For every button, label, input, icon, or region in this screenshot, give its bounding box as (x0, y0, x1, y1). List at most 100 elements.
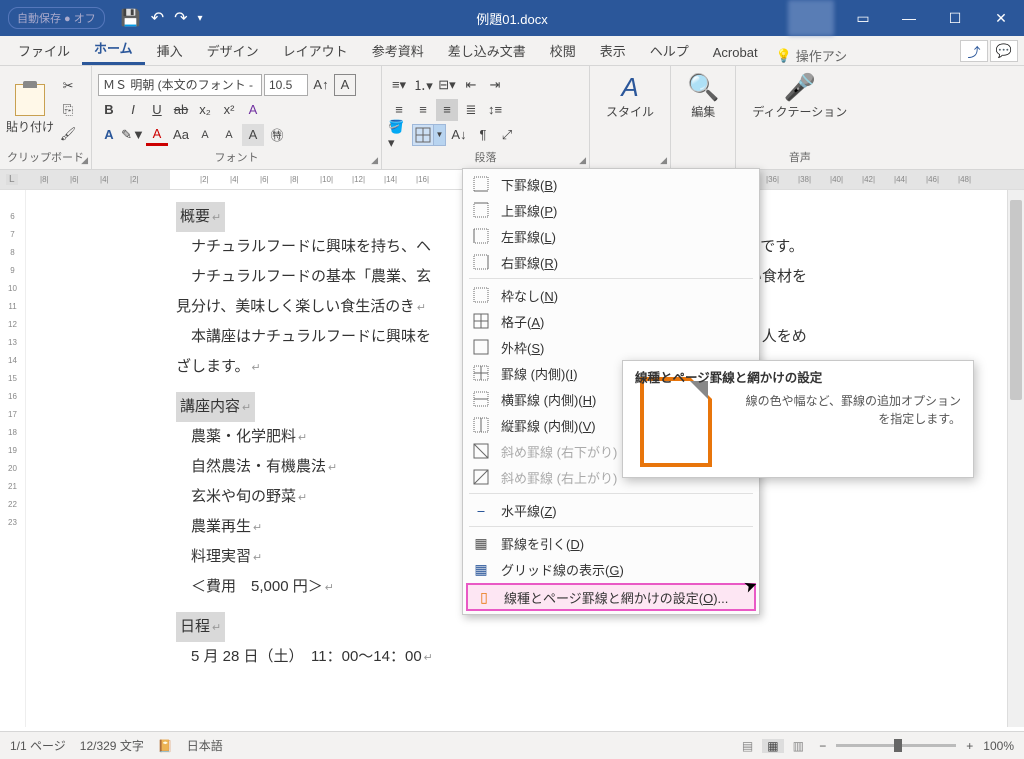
line-spacing-icon[interactable]: ↕≡ (484, 99, 506, 121)
menu-right-border[interactable]: 右罫線(R) (463, 249, 759, 275)
menu-top-border[interactable]: 上罫線(P) (463, 197, 759, 223)
menu-all-borders[interactable]: 格子(A) (463, 308, 759, 334)
tab-layout[interactable]: レイアウト (271, 35, 360, 65)
web-layout-icon[interactable]: ▥ (787, 739, 809, 753)
character-border-icon[interactable]: A (334, 74, 356, 96)
all-borders-icon (471, 312, 491, 330)
multilevel-icon[interactable]: ⊟▾ (436, 74, 458, 96)
align-justify-icon[interactable]: ≡ (436, 99, 458, 121)
text-effects-icon[interactable]: A (242, 99, 264, 121)
strike-button[interactable]: ab (170, 99, 192, 121)
align-left-icon[interactable]: ≡ (388, 99, 410, 121)
align-center-icon[interactable]: ≡ (412, 99, 434, 121)
underline-button[interactable]: U (146, 99, 168, 121)
zoom-in-icon[interactable]: + (966, 739, 973, 753)
styles-button[interactable]: A スタイル (596, 70, 664, 121)
paste-button[interactable]: 貼り付け (6, 84, 54, 135)
shading-icon[interactable]: 🪣▾ (388, 124, 410, 146)
menu-borders-shading-settings[interactable]: ▯線種とページ罫線と網かけの設定(O)... (466, 583, 756, 611)
font-color-icon[interactable]: A (146, 124, 168, 146)
comments-button[interactable]: 💬 (990, 40, 1018, 62)
font-launcher-icon[interactable]: ◢ (371, 155, 378, 166)
tab-insert[interactable]: 挿入 (145, 35, 195, 65)
highlight-icon[interactable]: ✎▼ (122, 124, 144, 146)
tab-acrobat[interactable]: Acrobat (701, 39, 770, 65)
scrollbar-thumb[interactable] (1010, 200, 1022, 400)
decrease-indent-icon[interactable]: ⇤ (460, 74, 482, 96)
share-button[interactable]: ⤴ (960, 40, 988, 62)
ribbon-options-icon[interactable]: ▭ (840, 0, 886, 36)
menu-no-border[interactable]: 枠なし(N) (463, 282, 759, 308)
tab-view[interactable]: 表示 (588, 35, 638, 65)
cut-icon[interactable]: ✂ (57, 75, 79, 97)
bullets-icon[interactable]: ≡▾ (388, 74, 410, 96)
menu-outside-borders[interactable]: 外枠(S) (463, 334, 759, 360)
save-icon[interactable]: 💾 (121, 8, 141, 28)
menu-horizontal-line[interactable]: ⎯水平線(Z) (463, 497, 759, 523)
change-case-icon[interactable]: Aa (170, 124, 192, 146)
paragraph-launcher-icon[interactable]: ◢ (579, 155, 586, 166)
read-mode-icon[interactable]: ▤ (737, 739, 759, 753)
zoom-level[interactable]: 100% (983, 739, 1014, 753)
tab-mailings[interactable]: 差し込み文書 (436, 35, 538, 65)
subscript-button[interactable]: x₂ (194, 99, 216, 121)
qat-customize-icon[interactable]: ▾ (198, 13, 203, 24)
menu-bottom-border[interactable]: 下罫線(B) (463, 171, 759, 197)
tab-review[interactable]: 校閲 (538, 35, 588, 65)
menu-view-gridlines[interactable]: ▦グリッド線の表示(G) (463, 556, 759, 582)
status-page[interactable]: 1/1 ページ (10, 737, 66, 754)
tab-design[interactable]: デザイン (195, 35, 271, 65)
dictate-button[interactable]: 🎤 ディクテーション (742, 70, 857, 121)
ruler-vertical[interactable]: 67891011121314151617181920212223 (0, 190, 26, 727)
tab-selector[interactable]: L (6, 174, 18, 185)
bold-button[interactable]: B (98, 99, 120, 121)
scrollbar-vertical[interactable] (1007, 190, 1024, 727)
tab-help[interactable]: ヘルプ (638, 35, 701, 65)
ribbon: 貼り付け ✂ ⎘ 🖌 クリップボード ◢ ＭＳ 明朝 (本文のフォント - 10… (0, 66, 1024, 170)
close-button[interactable]: ✕ (978, 0, 1024, 36)
group-voice: 🎤 ディクテーション 音声 (736, 66, 863, 169)
copy-icon[interactable]: ⎘ (57, 99, 79, 121)
tab-references[interactable]: 参考資料 (360, 35, 436, 65)
borders-dropdown-arrow[interactable]: ▼ (433, 125, 445, 145)
spellcheck-icon[interactable]: 📔 (158, 739, 173, 753)
sort-icon[interactable]: A↓ (448, 124, 470, 146)
font-size-combo[interactable]: 10.5 (264, 74, 308, 96)
clipboard-launcher-icon[interactable]: ◢ (81, 155, 88, 166)
phonetic-icon[interactable]: A (218, 124, 240, 146)
char-shading-icon[interactable]: A (242, 124, 264, 146)
zoom-slider[interactable] (836, 744, 956, 747)
tab-file[interactable]: ファイル (6, 35, 82, 65)
tell-me[interactable]: 💡操作アシ (776, 46, 848, 65)
print-layout-icon[interactable]: ▦ (762, 739, 784, 753)
format-painter-icon[interactable]: 🖌 (57, 123, 79, 145)
text-fill-icon[interactable]: A (98, 124, 120, 146)
status-word-count[interactable]: 12/329 文字 (80, 737, 144, 754)
enclose-icon[interactable]: ㊕ (266, 124, 288, 146)
menu-left-border[interactable]: 左罫線(L) (463, 223, 759, 249)
undo-icon[interactable]: ↶ (151, 8, 164, 28)
numbering-icon[interactable]: ⒈▾ (412, 74, 434, 96)
show-marks-icon[interactable]: ¶ (472, 124, 494, 146)
zoom-out-icon[interactable]: − (819, 739, 826, 753)
status-language[interactable]: 日本語 (187, 737, 223, 754)
body-text: ナチュラルフードに興味を持ち、ヘ (191, 238, 431, 255)
maximize-button[interactable]: ☐ (932, 0, 978, 36)
redo-icon[interactable]: ↷ (174, 8, 187, 28)
superscript-button[interactable]: x² (218, 99, 240, 121)
styles-launcher-icon[interactable]: ◢ (660, 155, 667, 166)
borders-split-button[interactable]: ▼ (412, 124, 446, 146)
editing-button[interactable]: 🔍 編集 (677, 70, 729, 121)
menu-draw-border[interactable]: ▦罫線を引く(D) (463, 530, 759, 556)
snap-icon[interactable]: ⤢ (496, 124, 518, 146)
italic-button[interactable]: I (122, 99, 144, 121)
zoom-thumb[interactable] (894, 739, 902, 752)
increase-indent-icon[interactable]: ⇥ (484, 74, 506, 96)
autosave-toggle[interactable]: 自動保存 ● オフ (8, 7, 105, 29)
minimize-button[interactable]: — (886, 0, 932, 36)
shrink-font-icon[interactable]: A (194, 124, 216, 146)
align-distribute-icon[interactable]: ≣ (460, 99, 482, 121)
grow-font-icon[interactable]: A↑ (310, 74, 332, 96)
font-name-combo[interactable]: ＭＳ 明朝 (本文のフォント - (98, 74, 262, 96)
tab-home[interactable]: ホーム (82, 32, 145, 65)
